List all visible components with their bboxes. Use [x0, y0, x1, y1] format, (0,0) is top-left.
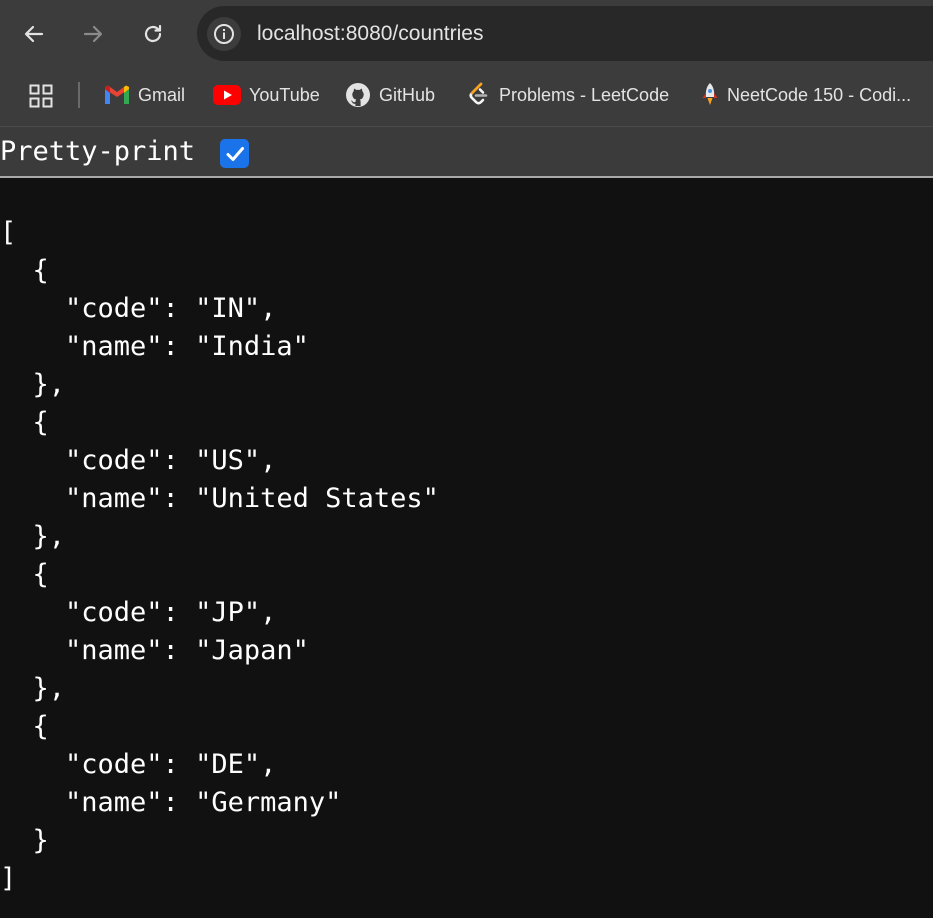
reload-icon	[144, 24, 162, 43]
bookmark-label: Problems - LeetCode	[499, 84, 670, 105]
pretty-print-checkbox[interactable]	[220, 139, 249, 168]
gmail-icon	[105, 85, 129, 104]
bookmark-youtube[interactable]: YouTube	[213, 80, 320, 110]
bookmark-neetcode[interactable]: NeetCode 150 - Codi...	[701, 80, 911, 110]
bookmark-label: YouTube	[249, 84, 320, 105]
bookmark-gmail[interactable]: Gmail	[104, 80, 185, 110]
checkmark-icon	[226, 146, 244, 161]
back-button[interactable]	[14, 14, 54, 54]
arrow-left-icon	[24, 25, 44, 43]
url-text[interactable]: localhost:8080/countries	[257, 22, 483, 46]
youtube-icon	[213, 85, 241, 105]
github-icon	[346, 83, 370, 107]
pretty-print-label[interactable]: Pretty-print	[0, 137, 195, 167]
bookmark-label: Gmail	[138, 84, 186, 105]
reload-button[interactable]	[133, 14, 173, 54]
bookmark-label: NeetCode 150 - Codi...	[727, 84, 912, 105]
info-icon	[214, 24, 234, 44]
address-bar[interactable]: localhost:8080/countries	[197, 6, 933, 61]
bookmark-label: GitHub	[379, 84, 436, 105]
site-info-button[interactable]	[207, 17, 241, 51]
json-content: [ { "code": "IN", "name": "India" }, { "…	[0, 217, 439, 894]
arrow-right-icon	[83, 25, 103, 43]
forward-button[interactable]	[73, 14, 113, 54]
browser-toolbar: localhost:8080/countries	[0, 0, 933, 68]
rocket-icon	[702, 83, 718, 105]
apps-grid-icon[interactable]	[29, 84, 53, 108]
bookmarks-separator	[78, 82, 80, 108]
bookmark-leetcode[interactable]: Problems - LeetCode	[467, 80, 669, 110]
bookmark-github[interactable]: GitHub	[345, 80, 435, 110]
leetcode-icon	[469, 82, 488, 105]
